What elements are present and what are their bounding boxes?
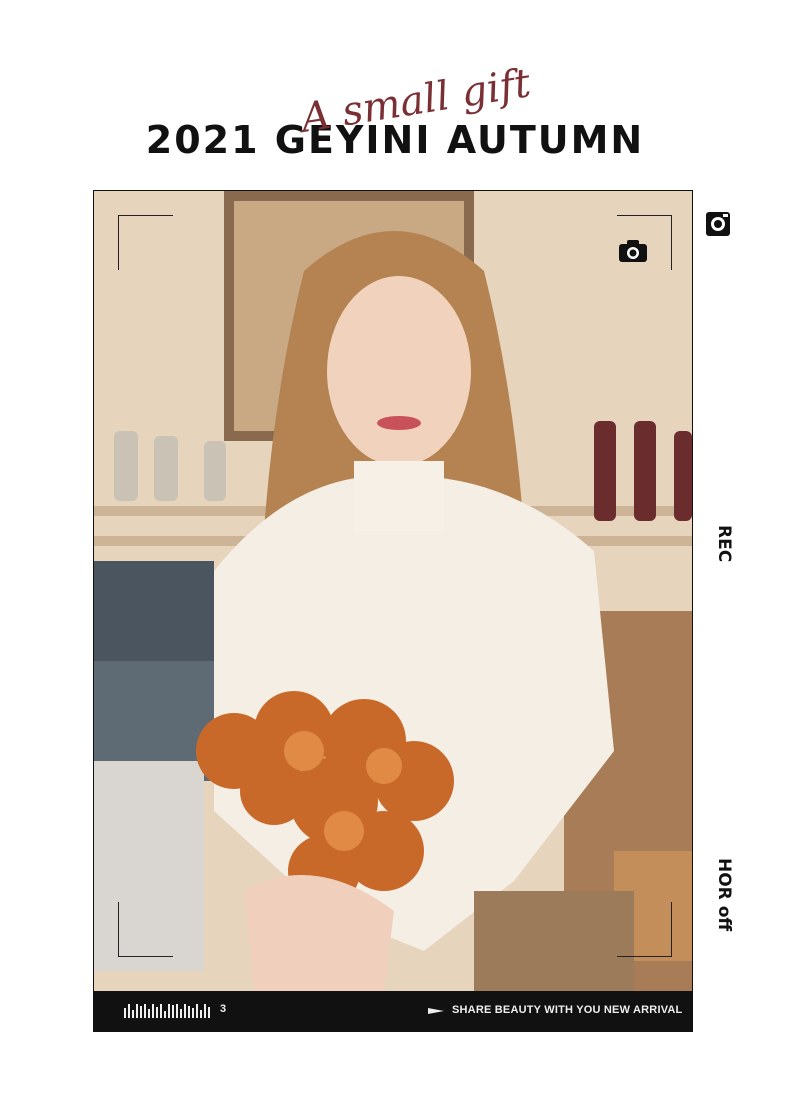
side-label-hor: HOR off [714,858,734,932]
header: 2021 GEYINI AUTUMN A small gift [0,0,790,190]
product-photo [94,191,692,991]
photo-frame: 3 SHARE BEAUTY WITH YOU NEW ARRIVAL [93,190,693,1032]
viewfinder-corner-top-left [118,215,173,270]
viewfinder-corner-bottom-left [118,902,173,957]
barcode-number: 3 [220,1003,227,1015]
side-label-rec: REC [714,525,734,563]
barcode-graphic [124,1004,210,1018]
camera-icon [619,240,647,262]
viewfinder-corner-bottom-right [617,902,672,957]
bottom-bar: 3 SHARE BEAUTY WITH YOU NEW ARRIVAL [94,991,692,1031]
arrow-icon [428,1008,444,1014]
side-camera-icon [706,212,730,236]
tagline: SHARE BEAUTY WITH YOU NEW ARRIVAL [452,1004,683,1016]
